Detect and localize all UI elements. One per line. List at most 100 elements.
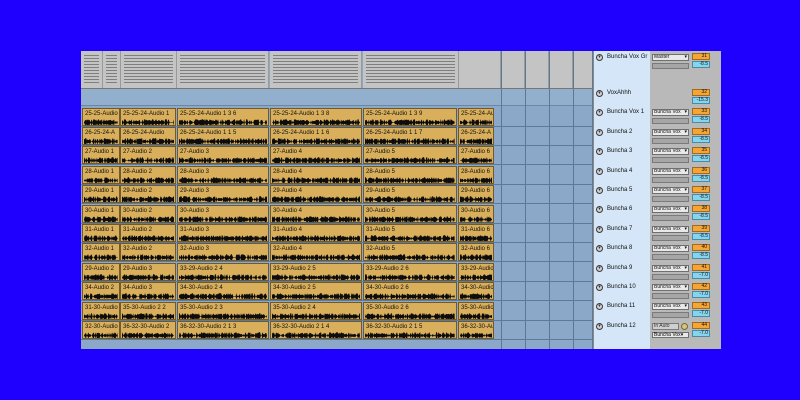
audio-clip[interactable]: 36-32-30-Audio 2 1 3 bbox=[177, 320, 269, 339]
audio-clip[interactable]: 25-25-24-Audio 1 3 9 bbox=[363, 107, 457, 126]
routing-sub-select[interactable] bbox=[652, 293, 689, 299]
audio-clip[interactable]: 29-Audio 4 bbox=[270, 185, 362, 204]
audio-clip[interactable]: 28-Audio 2 bbox=[120, 165, 176, 184]
track-name[interactable]: Buncha 10 bbox=[607, 284, 636, 290]
routing-sub-select[interactable] bbox=[652, 176, 689, 183]
audio-clip[interactable]: 31-30-Audio bbox=[82, 301, 120, 320]
output-routing-select[interactable]: Buncha Vox▾ bbox=[652, 331, 689, 338]
track-fold-icon[interactable]: ▾ bbox=[596, 109, 603, 117]
audio-clip[interactable]: 31-Audio 1 bbox=[82, 223, 120, 242]
output-routing-select[interactable]: Buncha Vox▾ bbox=[652, 167, 689, 175]
audio-clip[interactable]: 35-30-Audio 2 4 bbox=[270, 301, 362, 320]
routing-sub-select[interactable] bbox=[652, 196, 689, 202]
audio-clip[interactable]: 25-25-24-Au bbox=[458, 107, 494, 126]
volume-value[interactable]: -8.5 bbox=[692, 213, 710, 221]
track-name[interactable]: Buncha 5 bbox=[607, 187, 632, 193]
audio-clip[interactable]: 28-Audio 3 bbox=[177, 165, 269, 184]
scene-header-cell[interactable] bbox=[270, 51, 362, 88]
audio-clip[interactable]: 32-Audio 1 bbox=[82, 243, 120, 262]
track-number[interactable]: 43 bbox=[692, 302, 710, 310]
audio-clip[interactable]: 34-30-Audio 2 6 bbox=[363, 282, 457, 301]
track-name[interactable]: Buncha Vox 1 bbox=[607, 109, 644, 115]
output-routing-select[interactable]: Buncha Vox▾ bbox=[652, 264, 689, 272]
scene-header-cell[interactable] bbox=[363, 51, 459, 88]
volume-value[interactable]: -8.5 bbox=[692, 116, 710, 124]
monitor-icon[interactable] bbox=[681, 322, 688, 330]
audio-clip[interactable]: 29-Audio 5 bbox=[363, 185, 457, 204]
audio-clip[interactable]: 26-25-24-Audio bbox=[120, 126, 176, 145]
audio-clip[interactable]: 29-Audio 2 bbox=[82, 262, 120, 281]
audio-clip[interactable]: 29-Audio 2 bbox=[120, 185, 176, 204]
output-routing-select[interactable]: Buncha Vox▾ bbox=[652, 303, 689, 311]
track-fold-icon[interactable]: ▾ bbox=[596, 322, 603, 330]
track-number[interactable]: 39 bbox=[692, 224, 710, 232]
arrangement-view[interactable]: 25-25-Audio 1 25-25-24-Audio 1 25-25-24-Au… bbox=[81, 51, 593, 349]
track-name[interactable]: VoxAhhh bbox=[607, 90, 631, 96]
output-routing-select[interactable]: Master ▾ bbox=[652, 54, 689, 61]
audio-clip[interactable]: 28-Audio 5 bbox=[363, 165, 457, 184]
audio-clip[interactable]: 35-30-Audio bbox=[458, 301, 494, 320]
audio-clip[interactable]: 25-25-24-Audio 1 3 8 bbox=[270, 107, 362, 126]
audio-clip[interactable]: 25-25-Audio 1 bbox=[82, 107, 120, 126]
audio-clip[interactable]: 31-Audio 3 bbox=[177, 223, 269, 242]
audio-clip[interactable]: 27-Audio 3 bbox=[177, 146, 269, 165]
scene-header-cell[interactable] bbox=[525, 51, 549, 88]
track-number[interactable]: 34 bbox=[692, 127, 710, 135]
audio-clip[interactable]: 28-Audio 4 bbox=[270, 165, 362, 184]
audio-clip[interactable]: 32-Audio 6 bbox=[458, 243, 494, 262]
track-name[interactable]: Buncha 9 bbox=[607, 265, 632, 271]
audio-clip[interactable]: 34-30-Audio bbox=[458, 282, 494, 301]
volume-value[interactable]: -7.0 bbox=[692, 271, 710, 279]
input-monitor-button[interactable]: In Auto bbox=[652, 322, 679, 330]
audio-clip[interactable]: 30-Audio 6 bbox=[458, 204, 494, 223]
scene-header-cell[interactable] bbox=[501, 51, 525, 88]
track-number[interactable]: 33 bbox=[692, 108, 710, 116]
output-routing-select[interactable]: Buncha Vox▾ bbox=[652, 225, 689, 233]
audio-clip[interactable]: 27-Audio 2 bbox=[120, 146, 176, 165]
output-routing-select[interactable]: Buncha Vox▾ bbox=[652, 109, 689, 117]
track-number[interactable]: 32 bbox=[692, 89, 710, 96]
audio-clip[interactable]: 33-29-Audio 2 5 bbox=[270, 262, 362, 281]
volume-value[interactable]: -7.0 bbox=[692, 310, 710, 318]
volume-value[interactable]: -7.0 bbox=[692, 329, 710, 337]
volume-value[interactable]: -8.5 bbox=[692, 252, 710, 260]
routing-sub-select[interactable] bbox=[652, 157, 689, 164]
audio-clip[interactable]: 30-Audio 5 bbox=[363, 204, 457, 223]
audio-clip[interactable]: 33-29-Audio bbox=[458, 262, 494, 281]
scene-header-cell[interactable] bbox=[103, 51, 121, 88]
routing-sub-select[interactable] bbox=[652, 273, 689, 280]
audio-clip[interactable]: 28-Audio 6 bbox=[458, 165, 494, 184]
audio-clip[interactable]: 28-Audio 1 bbox=[82, 165, 120, 184]
volume-value[interactable]: -8.5 bbox=[692, 174, 710, 182]
track-fold-icon[interactable]: ▾ bbox=[596, 206, 603, 214]
track-fold-icon[interactable]: ▾ bbox=[596, 284, 603, 291]
audio-clip[interactable]: 34-Audio 2 bbox=[82, 282, 120, 301]
scene-header-cell[interactable] bbox=[177, 51, 269, 88]
track-number[interactable]: 37 bbox=[692, 186, 710, 193]
audio-clip[interactable]: 35-30-Audio 2 2 bbox=[120, 301, 176, 320]
track-name[interactable]: Buncha 7 bbox=[607, 226, 632, 232]
audio-clip[interactable]: 32-Audio 5 bbox=[363, 243, 457, 262]
track-fold-icon[interactable]: ▾ bbox=[596, 148, 603, 156]
audio-clip[interactable]: 36-32-30-Audio 2 1 5 bbox=[363, 320, 457, 339]
routing-sub-select[interactable] bbox=[652, 137, 689, 144]
track-fold-icon[interactable]: ▾ bbox=[596, 128, 603, 136]
audio-clip[interactable]: 27-Audio 1 bbox=[82, 146, 120, 165]
empty-track-row[interactable] bbox=[81, 89, 593, 106]
audio-clip[interactable]: 31-Audio 6 bbox=[458, 223, 494, 242]
track-number[interactable]: 42 bbox=[692, 283, 710, 290]
audio-clip[interactable]: 30-Audio 1 bbox=[82, 204, 120, 223]
output-routing-select[interactable]: Buncha Vox▾ bbox=[652, 206, 689, 214]
audio-clip[interactable]: 25-25-24-Audio 1 bbox=[120, 107, 176, 126]
track-number[interactable]: 36 bbox=[692, 166, 710, 174]
audio-clip[interactable]: 31-Audio 4 bbox=[270, 223, 362, 242]
volume-value[interactable]: -8.5 bbox=[692, 194, 710, 201]
volume-value[interactable]: -8.5 bbox=[692, 232, 710, 240]
audio-clip[interactable]: 29-Audio 1 bbox=[82, 185, 120, 204]
track-number[interactable]: 38 bbox=[692, 205, 710, 213]
routing-sub-select[interactable] bbox=[652, 63, 689, 69]
routing-sub-select[interactable] bbox=[652, 234, 689, 241]
audio-clip[interactable]: 32-Audio 4 bbox=[270, 243, 362, 262]
scene-header-cell[interactable] bbox=[573, 51, 593, 88]
audio-clip[interactable]: 35-30-Audio 2 3 bbox=[177, 301, 269, 320]
